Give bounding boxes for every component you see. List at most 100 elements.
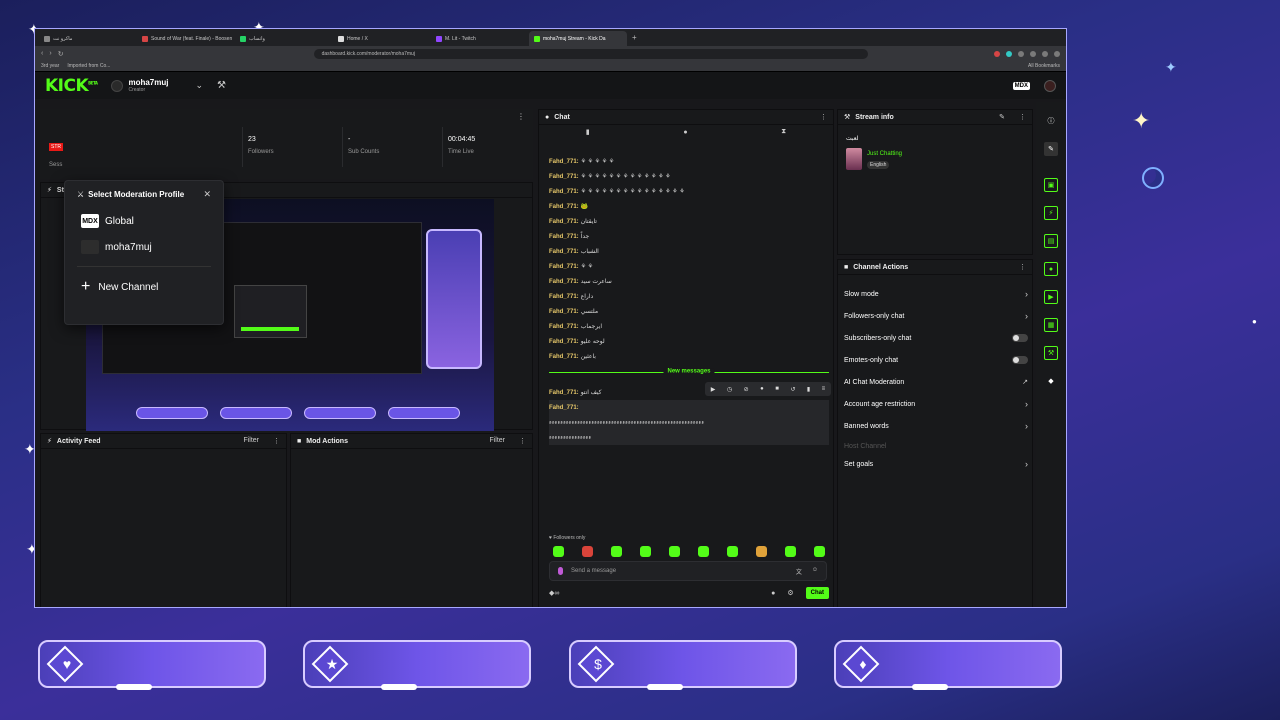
profile-global[interactable]: MDX Global bbox=[65, 208, 223, 234]
bolt-icon[interactable]: ⚡ bbox=[1044, 206, 1058, 220]
document-icon[interactable]: ▤ bbox=[1044, 234, 1058, 248]
more-icon[interactable]: ⋮ bbox=[1019, 113, 1026, 121]
followers-only-item[interactable]: Followers-only chat › bbox=[844, 310, 1028, 322]
chat-icon[interactable]: ● bbox=[1044, 262, 1058, 276]
chat-bubble-icon[interactable]: ● bbox=[771, 590, 775, 597]
chat-message[interactable]: Fahd_771: لوحه عليو bbox=[549, 334, 829, 349]
slow-mode-item[interactable]: Slow mode › bbox=[844, 288, 1028, 300]
extension-icon[interactable] bbox=[1006, 50, 1012, 57]
extension-icon[interactable] bbox=[1018, 50, 1024, 57]
edit-icon[interactable]: ✎ bbox=[1044, 142, 1058, 156]
emote-icon[interactable] bbox=[814, 546, 825, 557]
emote-icon[interactable] bbox=[756, 546, 767, 557]
chat-message[interactable]: Fahd_771: الشباب bbox=[549, 244, 829, 259]
emote-icon[interactable] bbox=[582, 546, 593, 557]
set-goals-item[interactable]: Set goals › bbox=[844, 458, 1028, 470]
new-channel-button[interactable]: + New Channel bbox=[65, 273, 223, 301]
emote-icon[interactable] bbox=[669, 546, 680, 557]
pin-icon[interactable]: ▮ bbox=[807, 386, 810, 393]
emote-icon[interactable] bbox=[640, 546, 651, 557]
points-icon[interactable]: ◆∞ bbox=[549, 589, 559, 597]
emotes-only-toggle[interactable] bbox=[1012, 356, 1028, 364]
forward-icon[interactable]: › bbox=[49, 50, 51, 57]
mdx-badge[interactable]: MDX bbox=[1012, 81, 1030, 90]
chat-input[interactable]: Send a message 文 ☺ bbox=[549, 561, 827, 581]
mic-icon[interactable] bbox=[558, 567, 563, 575]
emote-icon[interactable] bbox=[553, 546, 564, 557]
calendar-icon[interactable]: ▦ bbox=[1044, 318, 1058, 332]
back-icon[interactable]: ‹ bbox=[41, 50, 43, 57]
chat-message[interactable]: Fahd_771: ⚘ ⚘ ⚘ ⚘ ⚘ ⚘ ⚘ ⚘ ⚘ ⚘ ⚘ ⚘ ⚘ bbox=[549, 169, 829, 184]
undo-icon[interactable]: ↺ bbox=[790, 386, 795, 393]
url-input[interactable]: dashboard.kick.com/moderator/moha7muj bbox=[313, 48, 868, 59]
reply-icon[interactable]: ● bbox=[760, 386, 764, 392]
browser-tab[interactable]: واتساب bbox=[235, 31, 333, 46]
extension-icon[interactable] bbox=[994, 50, 1000, 57]
kick-logo[interactable]: KICKBETA bbox=[45, 76, 98, 96]
chevron-down-icon[interactable]: ⌄ bbox=[195, 80, 203, 91]
chat-message[interactable]: Fahd_771: ساعرت سيد bbox=[549, 274, 829, 289]
ban-icon[interactable]: ⊘ bbox=[744, 386, 749, 393]
translate-icon[interactable]: 文 bbox=[796, 567, 802, 576]
account-age-item[interactable]: Account age restriction › bbox=[844, 398, 1028, 410]
browser-tab[interactable]: M. Lit - Twitch bbox=[431, 31, 529, 46]
edit-icon[interactable]: ✎ bbox=[999, 113, 1005, 121]
bookmark-item[interactable]: Imported from Co... bbox=[67, 63, 110, 69]
new-tab-icon[interactable]: + bbox=[627, 33, 642, 42]
grid-icon[interactable]: ◆ bbox=[1044, 374, 1058, 388]
chat-message[interactable]: Fahd_771: ⚘ ⚘ ⚘ ⚘ ⚘ bbox=[549, 154, 829, 169]
browser-tab[interactable]: Sound of War (feat. Finale) - Boosen bbox=[137, 31, 235, 46]
menu-icon[interactable] bbox=[1054, 50, 1060, 57]
emoji-icon[interactable]: ☺ bbox=[812, 567, 818, 576]
browser-tab-active[interactable]: moha7muj Stream - Kick Da bbox=[529, 31, 627, 46]
bookmark-item[interactable]: 3rd year bbox=[41, 63, 59, 69]
wrench-icon[interactable]: ⚒ bbox=[1044, 346, 1058, 360]
extension-icon[interactable] bbox=[1042, 50, 1048, 57]
extension-icon[interactable] bbox=[1030, 50, 1036, 57]
chat-message[interactable]: Fahd_771: ايرجماب bbox=[549, 319, 829, 334]
user-avatar[interactable] bbox=[1044, 79, 1056, 92]
channel-switcher[interactable]: moha7muj Creator ⌄ bbox=[111, 78, 203, 93]
chat-message[interactable]: Fahd_771: 🐸 bbox=[549, 199, 829, 214]
filter-button[interactable]: Filter bbox=[243, 437, 259, 445]
pin-icon[interactable]: ▮ bbox=[586, 128, 590, 136]
browser-tab[interactable]: Home / X bbox=[333, 31, 431, 46]
emote-icon[interactable] bbox=[785, 546, 796, 557]
chat-message[interactable]: Fahd_771: ⚘ ⚘ bbox=[549, 259, 829, 274]
info-icon[interactable]: ⓘ bbox=[1044, 114, 1058, 128]
delete-icon[interactable]: ■ bbox=[775, 386, 779, 392]
stream-widget-icon[interactable]: ▣ bbox=[1044, 178, 1058, 192]
banned-words-item[interactable]: Banned words › bbox=[844, 420, 1028, 432]
chat-message[interactable]: Fahd_771: تايقتان bbox=[549, 214, 829, 229]
subscribers-only-toggle[interactable] bbox=[1012, 334, 1028, 342]
ai-moderation-item[interactable]: AI Chat Moderation ↗ bbox=[844, 376, 1028, 388]
all-bookmarks[interactable]: All Bookmarks bbox=[1028, 63, 1060, 69]
send-chat-button[interactable]: Chat bbox=[805, 587, 829, 599]
chat-message[interactable]: Fahd_771: ملتسي bbox=[549, 304, 829, 319]
more-icon[interactable]: ⋮ bbox=[820, 113, 827, 121]
close-icon[interactable]: ✕ bbox=[203, 189, 211, 200]
chat-message-cont[interactable]: ءءءءءءءءءءءءءءءءءءءءءءءءءءءءءءءءءءءءءءءء… bbox=[549, 415, 829, 430]
video-icon[interactable]: ▶ bbox=[1044, 290, 1058, 304]
settings-icon[interactable]: ⚙ bbox=[787, 589, 793, 597]
chat-message[interactable]: Fahd_771: جداً bbox=[549, 229, 829, 244]
filter-button[interactable]: Filter bbox=[489, 437, 505, 445]
more-icon[interactable]: ⋮ bbox=[517, 112, 525, 121]
chat-message-cont[interactable]: ءءءءءءءءءءءءءءء bbox=[549, 430, 829, 445]
browser-tab[interactable]: ماكرو نت bbox=[39, 31, 137, 46]
hourglass-icon[interactable]: ⧗ bbox=[781, 128, 786, 136]
emote-icon[interactable] bbox=[611, 546, 622, 557]
timeout-icon[interactable]: ◷ bbox=[727, 386, 732, 393]
hammer-icon[interactable]: ⚒ bbox=[217, 80, 226, 91]
emote-icon[interactable] bbox=[727, 546, 738, 557]
profile-channel[interactable]: moha7muj bbox=[65, 234, 223, 260]
chat-message-hovered[interactable]: Fahd_771: bbox=[549, 400, 829, 415]
chat-message[interactable]: Fahd_771: باعثين bbox=[549, 349, 829, 364]
bubble-icon[interactable]: ● bbox=[683, 129, 687, 136]
play-icon[interactable]: ▶ bbox=[711, 386, 716, 393]
more-icon[interactable]: ⋮ bbox=[519, 437, 526, 445]
emote-icon[interactable] bbox=[698, 546, 709, 557]
reload-icon[interactable]: ↻ bbox=[58, 50, 64, 58]
more-icon[interactable]: ≡ bbox=[822, 386, 826, 392]
category-link[interactable]: Just Chatting bbox=[867, 151, 902, 157]
